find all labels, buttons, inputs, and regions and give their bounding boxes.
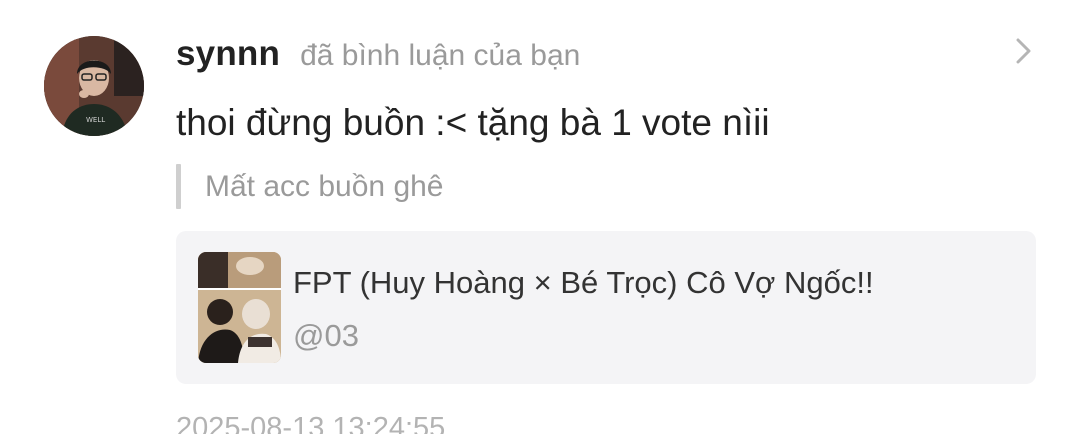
- avatar[interactable]: WELL: [44, 36, 144, 136]
- story-cover-thumbnail: [198, 252, 281, 363]
- story-card[interactable]: FPT (Huy Hoàng × Bé Trọc) Cô Vợ Ngốc!! @…: [176, 231, 1036, 384]
- chevron-right-icon[interactable]: [1012, 36, 1036, 66]
- quote-bar: [176, 164, 181, 209]
- story-title: FPT (Huy Hoàng × Bé Trọc) Cô Vợ Ngốc!!: [293, 265, 874, 300]
- chapter-label: @03: [293, 318, 359, 353]
- comment-text: thoi đừng buồn :< tặng bà 1 vote nìii: [176, 102, 770, 143]
- comment-notification[interactable]: WELL synnn đã bình luận của bạn thoi đừn…: [0, 0, 1080, 434]
- quoted-comment: Mất acc buồn ghê: [176, 164, 444, 209]
- notification-header: synnn đã bình luận của bạn: [176, 34, 580, 74]
- username[interactable]: synnn: [176, 34, 280, 74]
- timestamp: 2025-08-13 13:24:55: [176, 412, 446, 434]
- svg-text:WELL: WELL: [86, 116, 105, 124]
- action-text: đã bình luận của bạn: [300, 39, 581, 72]
- avatar-image: WELL: [44, 36, 144, 136]
- quoted-text: Mất acc buồn ghê: [205, 169, 444, 203]
